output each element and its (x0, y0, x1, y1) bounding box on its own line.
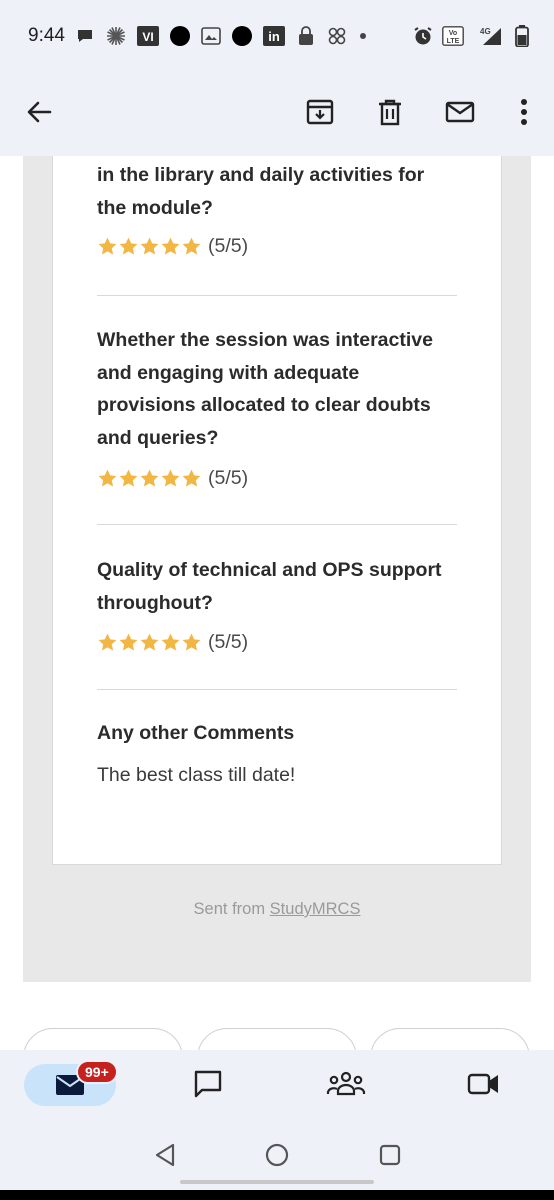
star-icon (140, 633, 159, 651)
star-icon (140, 469, 159, 487)
bottom-navigation: 99+ (0, 1050, 554, 1122)
star-icon (182, 469, 201, 487)
circle-app-icon (169, 26, 190, 46)
rating-score: (5/5) (208, 631, 249, 653)
rating-score: (5/5) (208, 235, 249, 257)
star-icon (140, 237, 159, 255)
question-2-rating: (5/5) (97, 467, 248, 490)
comments-heading: Any other Comments (97, 722, 295, 744)
linkedin-icon: in (262, 26, 285, 46)
recents-square-icon (379, 1144, 401, 1166)
mark-unread-button[interactable] (442, 94, 478, 130)
nav-chat[interactable] (186, 1064, 230, 1104)
archive-button[interactable] (302, 94, 338, 130)
question-3-rating: (5/5) (97, 631, 248, 654)
star-icon (98, 633, 117, 651)
meet-icon (467, 1073, 498, 1095)
circle-app-icon (231, 26, 252, 46)
system-recents-button[interactable] (375, 1140, 405, 1170)
vi-app-icon: VI (136, 26, 159, 46)
star-rating (97, 468, 202, 489)
notification-icons: VI in (75, 26, 368, 46)
star-icon (161, 469, 180, 487)
chat-bubble-icon (75, 26, 95, 46)
more-options-button[interactable] (512, 94, 536, 130)
star-icon (98, 469, 117, 487)
sent-from-footer: Sent from StudyMRCS (0, 900, 554, 919)
phone-screen: 9:44 VI in Vo LTE 4G in the library and … (0, 0, 554, 1200)
dot-icon (358, 26, 368, 46)
gesture-handle[interactable] (180, 1180, 374, 1184)
back-button[interactable] (22, 94, 58, 130)
4g-signal-icon: 4G (473, 26, 503, 46)
question-2-text: Whether the session was interactive and … (97, 329, 433, 449)
spaces-icon (326, 1071, 366, 1096)
nav-spaces[interactable] (324, 1064, 368, 1104)
rating-score: (5/5) (208, 467, 249, 489)
volte-icon: Vo LTE (442, 26, 464, 46)
unread-badge: 99+ (76, 1060, 118, 1084)
mark-unread-icon (445, 101, 475, 123)
nav-meet[interactable] (462, 1064, 506, 1104)
comments-text: The best class till date! (97, 764, 296, 786)
question-3-text: Quality of technical and OPS support thr… (97, 559, 442, 614)
image-app-icon (201, 26, 221, 46)
star-icon (119, 237, 138, 255)
alarm-icon (413, 26, 433, 46)
home-circle-icon (265, 1143, 289, 1167)
back-triangle-icon (155, 1143, 175, 1167)
star-icon (119, 469, 138, 487)
network-label: 4G (480, 27, 491, 36)
email-body: in the library and daily activities for … (0, 156, 554, 1050)
star-icon (182, 237, 201, 255)
star-icon (161, 237, 180, 255)
screen-edge (0, 1190, 554, 1200)
more-vert-icon (521, 99, 527, 125)
system-status-icons: Vo LTE 4G (413, 25, 532, 47)
smart-reply-chip[interactable] (23, 1028, 183, 1050)
star-icon (98, 237, 117, 255)
delete-button[interactable] (372, 94, 408, 130)
asterisk-icon (106, 26, 126, 46)
chat-icon (194, 1070, 222, 1098)
delete-icon (379, 99, 401, 126)
star-rating (97, 632, 202, 653)
smart-reply-chip[interactable] (370, 1028, 530, 1050)
smart-reply-chip[interactable] (197, 1028, 357, 1050)
arrow-left-icon (27, 101, 52, 123)
system-home-button[interactable] (262, 1140, 292, 1170)
svg-text:Vo: Vo (449, 30, 457, 37)
question-1-text: in the library and daily activities for … (97, 164, 425, 219)
svg-text:LTE: LTE (447, 38, 460, 45)
star-icon (119, 633, 138, 651)
vi-label: VI (142, 30, 153, 44)
question-1-rating: (5/5) (97, 235, 248, 258)
status-time: 9:44 (28, 25, 65, 46)
divider (97, 689, 457, 690)
divider (97, 524, 457, 525)
system-back-button[interactable] (150, 1140, 180, 1170)
star-icon (161, 633, 180, 651)
battery-icon (512, 25, 532, 47)
email-actions (302, 94, 536, 130)
pinwheel-icon (327, 26, 347, 46)
studymrcs-link[interactable]: StudyMRCS (270, 900, 361, 918)
divider (97, 295, 457, 296)
star-rating (97, 236, 202, 257)
status-bar: 9:44 VI in Vo LTE 4G (0, 0, 554, 72)
linkedin-label: in (268, 29, 280, 44)
system-navigation (0, 1122, 554, 1190)
archive-icon (306, 99, 334, 125)
lock-bag-icon (296, 26, 316, 46)
feedback-card (52, 156, 502, 865)
email-app-bar (0, 72, 554, 156)
sent-from-prefix: Sent from (193, 900, 270, 918)
star-icon (182, 633, 201, 651)
